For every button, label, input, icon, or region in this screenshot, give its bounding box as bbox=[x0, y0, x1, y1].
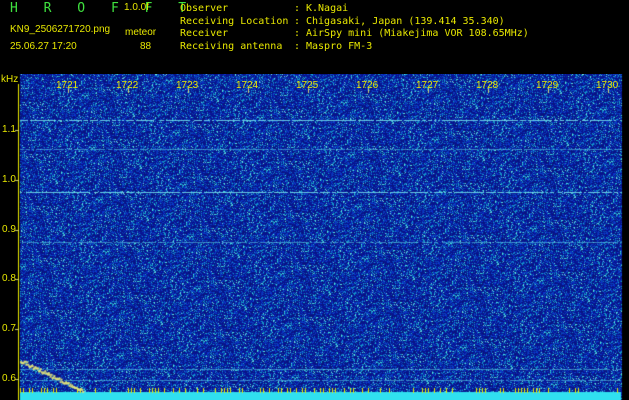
info-label: Receiver bbox=[180, 28, 229, 39]
info-row-observer: Observer: K.Nagai bbox=[180, 3, 529, 16]
station-info: Observer: K.Nagai Receiving Location: Chig… bbox=[180, 3, 529, 53]
info-value: Chigasaki, Japan (139.414 35.340) bbox=[306, 15, 505, 27]
y-tick-label: 0.7 bbox=[2, 323, 16, 334]
info-row-receiver: Receiver: AirSpy mini (Miakejima VOR 108.… bbox=[180, 28, 529, 41]
x-tick-label: 1722 bbox=[116, 80, 139, 91]
file-name: KN9_2506271720.png bbox=[10, 24, 111, 35]
version-label: 1.0.0f bbox=[124, 2, 150, 13]
spectrogram-plot bbox=[0, 74, 629, 400]
info-separator: : bbox=[294, 40, 301, 52]
y-tick-label: 0.9 bbox=[2, 224, 16, 235]
x-tick-label: 1724 bbox=[236, 80, 259, 91]
x-tick-label: 1723 bbox=[176, 80, 199, 91]
y-tick-label: 0.8 bbox=[2, 273, 16, 284]
x-tick-label: 1721 bbox=[56, 80, 79, 91]
info-separator: : bbox=[294, 3, 301, 14]
meteor-label: meteor bbox=[125, 27, 157, 38]
info-value: Maspro FM-3 bbox=[306, 40, 373, 52]
y-axis-unit: kHz bbox=[1, 74, 19, 85]
y-tick-label: 1.1 bbox=[2, 124, 16, 135]
info-value: K.Nagai bbox=[306, 3, 349, 14]
info-label: Receiving Location bbox=[180, 15, 289, 27]
x-tick-label: 1730 bbox=[596, 80, 619, 91]
x-tick-label: 1726 bbox=[356, 80, 379, 91]
x-tick-label: 1725 bbox=[296, 80, 319, 91]
x-tick-label: 1727 bbox=[416, 80, 439, 91]
x-tick-label: 1728 bbox=[476, 80, 499, 91]
info-separator: : bbox=[294, 28, 301, 39]
x-tick-label: 1729 bbox=[536, 80, 559, 91]
date-time: 25.06.27 17:20 bbox=[10, 41, 77, 52]
info-separator: : bbox=[294, 15, 301, 27]
info-label: Observer bbox=[180, 3, 229, 14]
meteor-count: 88 bbox=[140, 41, 152, 52]
header-panel: H R O F F T 1.0.0f KN9_2506271720.png me… bbox=[0, 0, 629, 74]
y-tick-label: 1.0 bbox=[2, 174, 16, 185]
y-tick-label: 0.6 bbox=[2, 373, 16, 384]
info-row-antenna: Receiving antenna: Maspro FM-3 bbox=[180, 41, 529, 54]
info-label: Receiving antenna bbox=[180, 40, 283, 52]
info-row-location: Receiving Location: Chigasaki, Japan (139… bbox=[180, 16, 529, 29]
info-value: AirSpy mini (Miakejima VOR 108.65MHz) bbox=[306, 28, 529, 39]
app-title: H R O F F T bbox=[10, 1, 196, 16]
